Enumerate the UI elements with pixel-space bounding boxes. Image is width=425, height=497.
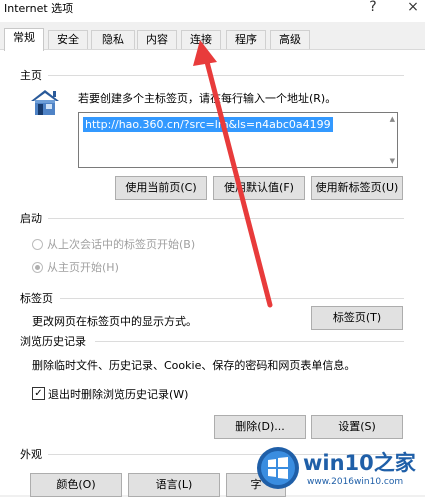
windows-logo-icon: [257, 447, 299, 489]
watermark-url: www.2016win10.com: [307, 477, 404, 487]
watermark-brand: win10之家: [303, 451, 416, 475]
watermark: win10之家 www.2016win10.com: [255, 443, 425, 495]
tab-general[interactable]: 常规: [4, 28, 44, 51]
annotation-arrow: [193, 40, 273, 308]
